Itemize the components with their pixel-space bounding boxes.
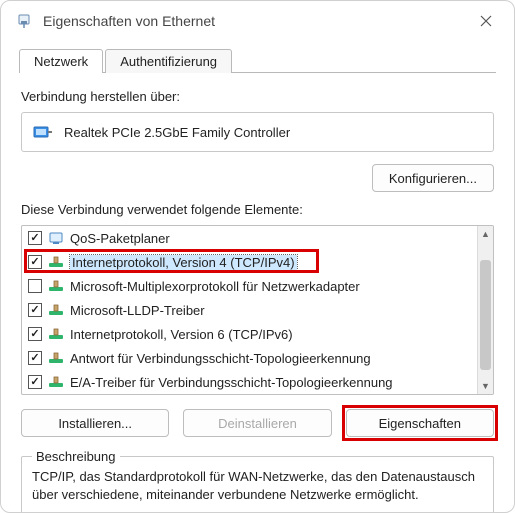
close-button[interactable] — [464, 5, 508, 37]
list-item[interactable]: Internetprotokoll, Version 6 (TCP/IPv6) — [22, 322, 477, 346]
list-item[interactable]: Microsoft-LLDP-Treiber — [22, 298, 477, 322]
protocol-icon — [48, 350, 64, 366]
description-group: Beschreibung TCP/IP, das Standardprotoko… — [21, 449, 494, 513]
scrollbar[interactable]: ▲ ▼ — [477, 226, 493, 394]
protocol-icon — [48, 278, 64, 294]
qos-icon — [48, 230, 64, 246]
checkbox[interactable] — [28, 279, 42, 293]
checkbox[interactable] — [28, 303, 42, 317]
list-item[interactable]: QoS-Paketplaner — [22, 226, 477, 250]
ethernet-icon — [15, 12, 33, 30]
checkbox[interactable] — [28, 231, 42, 245]
list-item-label: Microsoft-Multiplexorprotokoll für Netzw… — [70, 279, 360, 294]
checkbox[interactable] — [28, 351, 42, 365]
configure-row: Konfigurieren... — [21, 164, 494, 192]
tab-authentication[interactable]: Authentifizierung — [105, 49, 232, 73]
description-text: TCP/IP, das Standardprotokoll für WAN-Ne… — [32, 468, 483, 503]
protocol-icon — [48, 254, 64, 270]
protocol-icon — [48, 326, 64, 342]
tab-panel-network: Verbindung herstellen über: Realtek PCIe… — [19, 73, 496, 513]
scroll-down-button[interactable]: ▼ — [478, 378, 493, 394]
list-item-label: Microsoft-LLDP-Treiber — [70, 303, 205, 318]
protocol-list[interactable]: QoS-Paketplaner Internetprotokoll, Versio… — [21, 225, 494, 395]
properties-button[interactable]: Eigenschaften — [346, 409, 494, 437]
scroll-up-button[interactable]: ▲ — [478, 226, 493, 242]
checkbox[interactable] — [28, 255, 42, 269]
scroll-thumb[interactable] — [480, 260, 491, 370]
list-item-label: QoS-Paketplaner — [70, 231, 170, 246]
items-label: Diese Verbindung verwendet folgende Elem… — [21, 202, 494, 217]
tab-network[interactable]: Netzwerk — [19, 49, 103, 73]
install-button[interactable]: Installieren... — [21, 409, 169, 437]
connect-using-label: Verbindung herstellen über: — [21, 89, 494, 104]
list-item-label: Antwort für Verbindungsschicht-Topologie… — [70, 351, 371, 366]
adapter-name: Realtek PCIe 2.5GbE Family Controller — [64, 125, 290, 140]
list-item[interactable]: Internetprotokoll, Version 4 (TCP/IPv4) — [22, 250, 477, 274]
checkbox[interactable] — [28, 375, 42, 389]
checkbox[interactable] — [28, 327, 42, 341]
list-item-label: E/A-Treiber für Verbindungsschicht-Topol… — [70, 375, 393, 390]
description-legend: Beschreibung — [32, 449, 120, 464]
tab-bar: Netzwerk Authentifizierung — [19, 45, 496, 73]
uninstall-button: Deinstallieren — [183, 409, 331, 437]
list-item[interactable]: Microsoft-Multiplexorprotokoll für Netzw… — [22, 274, 477, 298]
content-area: Netzwerk Authentifizierung Verbindung he… — [1, 41, 514, 513]
protocol-icon — [48, 302, 64, 318]
list-item-label: Internetprotokoll, Version 6 (TCP/IPv6) — [70, 327, 293, 342]
adapter-field[interactable]: Realtek PCIe 2.5GbE Family Controller — [21, 112, 494, 152]
window-title: Eigenschaften von Ethernet — [43, 13, 464, 29]
close-icon — [480, 15, 492, 27]
protocol-icon — [48, 374, 64, 390]
configure-button[interactable]: Konfigurieren... — [372, 164, 494, 192]
titlebar: Eigenschaften von Ethernet — [1, 1, 514, 41]
list-item-label: Internetprotokoll, Version 4 (TCP/IPv4) — [70, 255, 297, 270]
list-item[interactable]: Antwort für Verbindungsschicht-Topologie… — [22, 346, 477, 370]
list-item[interactable]: E/A-Treiber für Verbindungsschicht-Topol… — [22, 370, 477, 394]
dialog-window: Eigenschaften von Ethernet Netzwerk Auth… — [0, 0, 515, 513]
network-adapter-icon — [32, 121, 54, 143]
action-button-row: Installieren... Deinstallieren Eigenscha… — [21, 409, 494, 437]
